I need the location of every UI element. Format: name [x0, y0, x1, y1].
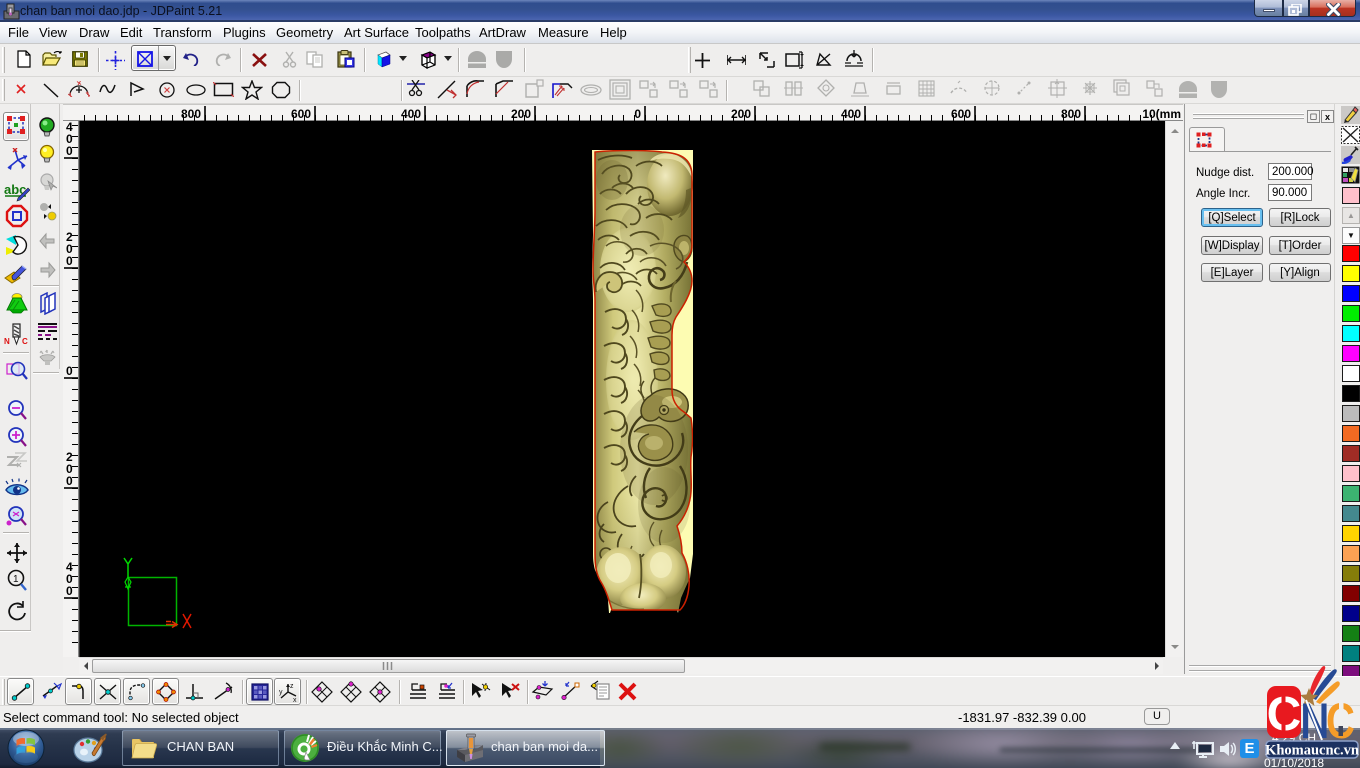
svg-text:1: 1	[13, 574, 19, 585]
svg-text:0: 0	[66, 144, 73, 158]
svg-text:0: 0	[66, 364, 73, 378]
svg-text:10(mm: 10(mm	[1142, 107, 1181, 121]
svg-text:0: 0	[66, 474, 73, 488]
svg-text:0: 0	[66, 584, 73, 598]
svg-text:x: x	[293, 697, 297, 702]
svg-text:800: 800	[1061, 107, 1081, 121]
svg-text:C: C	[22, 337, 28, 346]
svg-text:Khomaucnc.vn: Khomaucnc.vn	[1265, 743, 1359, 759]
svg-text:200: 200	[731, 107, 751, 121]
svg-text:N: N	[4, 337, 10, 346]
svg-text:600: 600	[951, 107, 971, 121]
svg-text:600: 600	[291, 107, 311, 121]
svg-text:y: y	[279, 689, 283, 696]
svg-text:800: 800	[181, 107, 201, 121]
svg-text:0: 0	[634, 107, 641, 121]
svg-text:200: 200	[511, 107, 531, 121]
svg-text:0: 0	[66, 254, 73, 268]
svg-text:z: z	[290, 683, 294, 690]
svg-text:400: 400	[841, 107, 861, 121]
svg-text:400: 400	[401, 107, 421, 121]
